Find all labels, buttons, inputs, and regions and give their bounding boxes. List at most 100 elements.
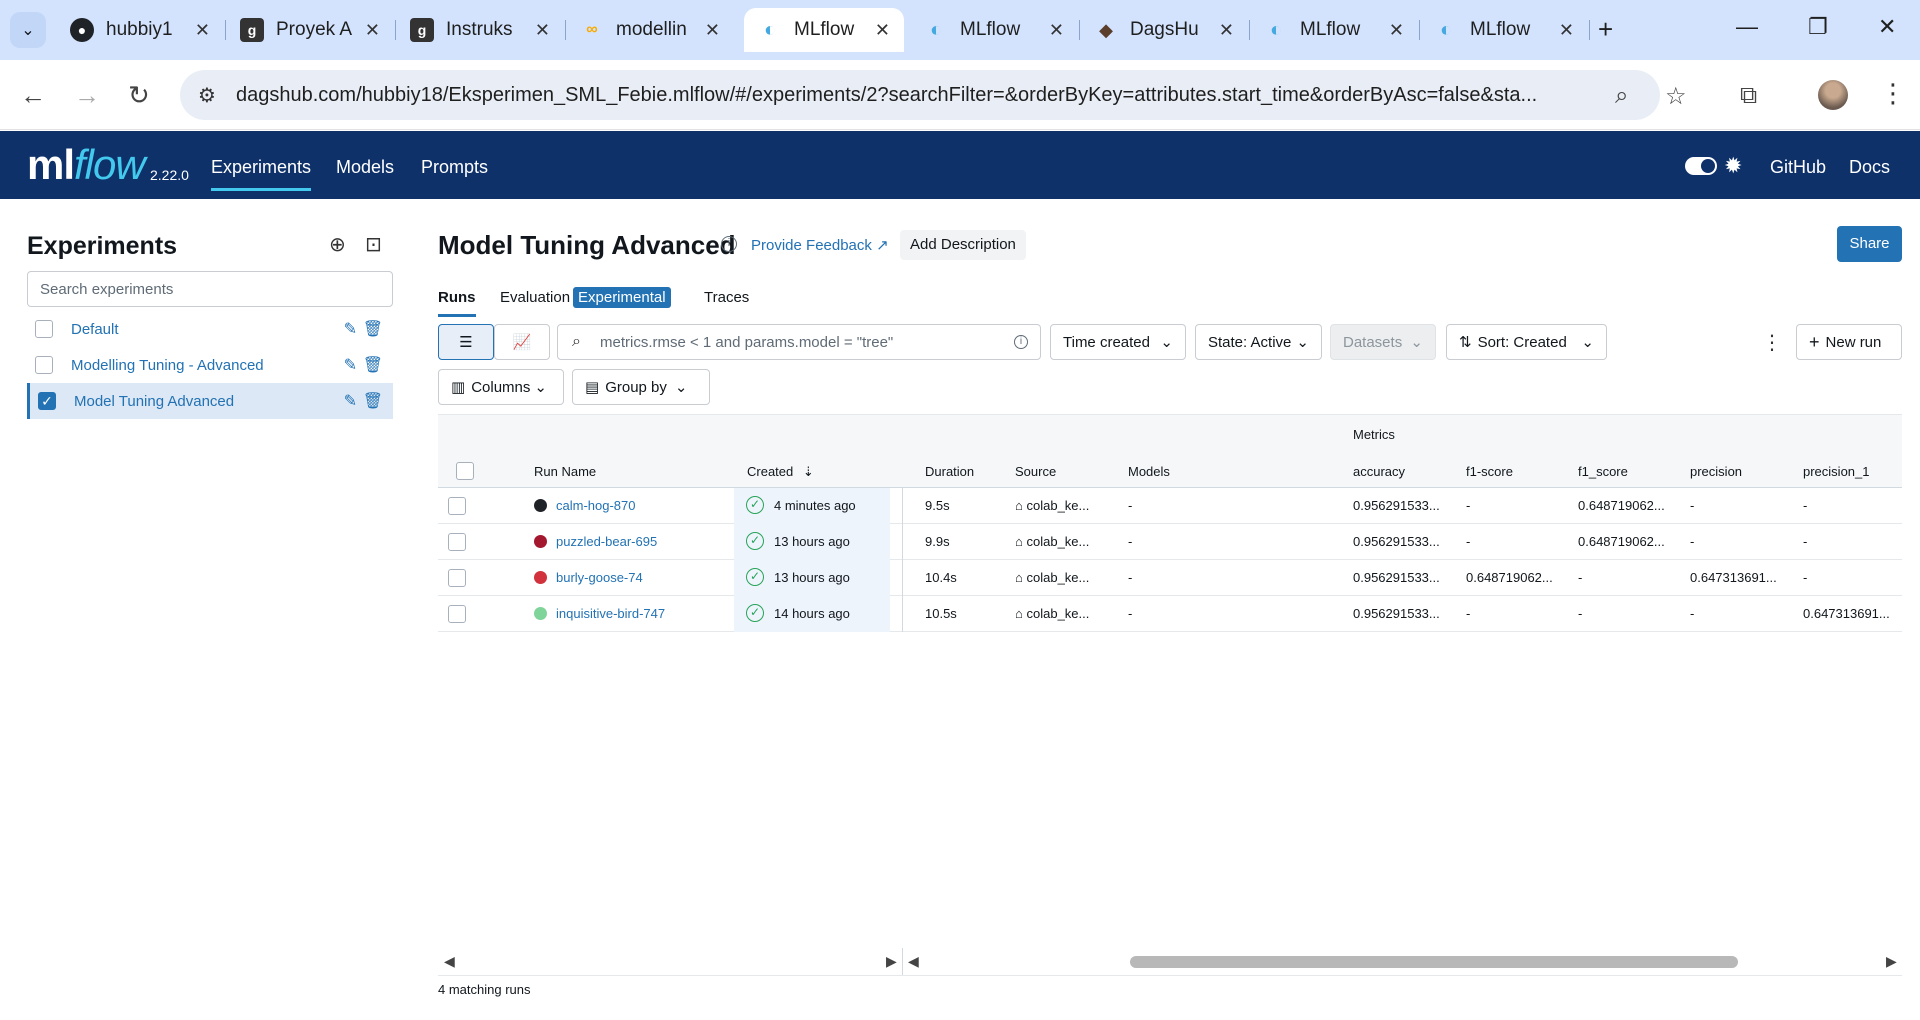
col-source[interactable]: Source — [1015, 464, 1056, 479]
close-icon[interactable]: ✕ — [195, 20, 210, 41]
tab-runs[interactable]: Runs — [438, 289, 476, 317]
row-checkbox[interactable] — [448, 533, 466, 551]
dark-mode-toggle[interactable] — [1685, 157, 1717, 175]
new-tab-button[interactable]: + — [1598, 14, 1613, 45]
mlflow-logo[interactable]: mlflow — [27, 141, 146, 189]
row-checkbox[interactable] — [448, 569, 466, 587]
source-cell[interactable]: ⌂ colab_ke... — [1015, 534, 1089, 549]
close-icon[interactable]: ✕ — [875, 20, 890, 41]
run-color-dot[interactable] — [534, 499, 547, 512]
source-cell[interactable]: ⌂ colab_ke... — [1015, 606, 1089, 621]
tab-search-button[interactable]: ⌄ — [10, 12, 46, 48]
browser-tab[interactable]: g Instruks ✕ — [396, 8, 564, 52]
nav-prompts[interactable]: Prompts — [421, 157, 488, 178]
restore-button[interactable]: ❐ — [1808, 14, 1828, 40]
browser-tab[interactable]: ◆ DagsHu ✕ — [1080, 8, 1248, 52]
datasets-dropdown[interactable]: Datasets ⌄ — [1330, 324, 1436, 360]
forward-arrow-icon[interactable]: → — [74, 80, 100, 111]
info-icon[interactable]: i — [1014, 335, 1028, 349]
back-arrow-icon[interactable]: ← — [20, 80, 46, 111]
minimize-button[interactable]: — — [1736, 14, 1758, 40]
browser-tab[interactable]: ● hubbiy1 ✕ — [56, 8, 224, 52]
browser-tab-active[interactable]: ◐ MLflow ✕ — [744, 8, 904, 52]
reload-icon[interactable]: ↻ — [128, 80, 150, 111]
browser-tab[interactable]: ◐ MLflow ✕ — [910, 8, 1078, 52]
trash-icon[interactable]: 🗑 — [363, 391, 383, 411]
run-name-link[interactable]: burly-goose-74 — [556, 570, 643, 585]
pencil-icon[interactable]: ✎ — [344, 391, 357, 411]
nav-models[interactable]: Models — [336, 157, 394, 178]
trash-icon[interactable]: 🗑 — [363, 319, 383, 339]
bookmark-star-icon[interactable]: ☆ — [1665, 82, 1687, 111]
col-precision[interactable]: precision — [1690, 464, 1742, 479]
more-options-icon[interactable]: ⋮ — [1762, 330, 1782, 355]
source-cell[interactable]: ⌂ colab_ke... — [1015, 498, 1089, 513]
browser-tab[interactable]: ∞ modellin ✕ — [566, 8, 734, 52]
search-experiments-input[interactable]: Search experiments — [27, 271, 393, 307]
close-icon[interactable]: ✕ — [535, 20, 550, 41]
run-color-dot[interactable] — [534, 535, 547, 548]
col-f1-score-dash[interactable]: f1-score — [1466, 464, 1513, 479]
add-description-button[interactable]: Add Description — [900, 230, 1026, 260]
sidebar-item-modelling-tuning-advanced[interactable]: Modelling Tuning - Advanced ✎ 🗑 — [27, 347, 393, 383]
state-dropdown[interactable]: State: Active ⌄ — [1195, 324, 1322, 360]
experiment-checkbox[interactable] — [35, 320, 53, 338]
run-name-link[interactable]: inquisitive-bird-747 — [556, 606, 665, 621]
provide-feedback-link[interactable]: Provide Feedback ↗ — [751, 236, 889, 254]
scroll-right-icon[interactable]: ▶ — [886, 953, 897, 970]
profile-avatar[interactable] — [1818, 80, 1848, 110]
scrollbar-thumb[interactable] — [1130, 956, 1738, 968]
browser-tab[interactable]: ◐ MLflow ✕ — [1420, 8, 1588, 52]
experiment-checkbox[interactable] — [35, 356, 53, 374]
run-name-link[interactable]: puzzled-bear-695 — [556, 534, 657, 549]
col-created[interactable]: Created ⇣ — [747, 464, 814, 480]
col-f1-score-underscore[interactable]: f1_score — [1578, 464, 1628, 479]
scroll-left-icon[interactable]: ◀ — [908, 953, 919, 970]
docs-link[interactable]: Docs — [1849, 157, 1890, 178]
scroll-left-icon[interactable]: ◀ — [444, 953, 455, 970]
browser-menu-icon[interactable]: ⋮ — [1880, 78, 1906, 109]
select-all-checkbox[interactable] — [456, 462, 474, 480]
collapse-sidebar-icon[interactable]: ⊡ — [365, 232, 382, 257]
col-duration[interactable]: Duration — [925, 464, 974, 479]
new-run-button[interactable]: + New run — [1796, 324, 1902, 360]
source-cell[interactable]: ⌂ colab_ke... — [1015, 570, 1089, 585]
row-checkbox[interactable] — [448, 497, 466, 515]
table-row[interactable]: calm-hog-870 ✓ 4 minutes ago 9.5s ⌂ cola… — [438, 488, 1902, 524]
col-models[interactable]: Models — [1128, 464, 1170, 479]
sidebar-item-model-tuning-advanced[interactable]: ✓ Model Tuning Advanced ✎ 🗑 — [27, 383, 393, 419]
close-icon[interactable]: ✕ — [1559, 20, 1574, 41]
share-button[interactable]: Share — [1837, 226, 1902, 262]
sort-dropdown[interactable]: ⇅ Sort: Created ⌄ — [1446, 324, 1607, 360]
tab-traces[interactable]: Traces — [704, 289, 749, 306]
col-run-name[interactable]: Run Name — [534, 464, 596, 479]
pencil-icon[interactable]: ✎ — [344, 319, 357, 339]
site-info-icon[interactable]: ⚙ — [198, 83, 216, 108]
table-row[interactable]: puzzled-bear-695 ✓ 13 hours ago 9.9s ⌂ c… — [438, 524, 1902, 560]
columns-button[interactable]: ▥ Columns ⌄ — [438, 369, 564, 405]
close-window-button[interactable]: ✕ — [1878, 14, 1896, 40]
close-icon[interactable]: ✕ — [1389, 20, 1404, 41]
nav-experiments[interactable]: Experiments — [211, 157, 312, 191]
close-icon[interactable]: ✕ — [1049, 20, 1064, 41]
tab-evaluation[interactable]: Evaluation — [500, 289, 570, 306]
chart-view-toggle[interactable]: 📈 — [494, 324, 550, 360]
extensions-icon[interactable]: ⧉ — [1740, 82, 1757, 110]
col-precision-1[interactable]: precision_1 — [1803, 464, 1870, 479]
browser-tab[interactable]: g Proyek A ✕ — [226, 8, 394, 52]
add-experiment-icon[interactable]: ⊕ — [329, 232, 346, 257]
browser-tab[interactable]: ◐ MLflow ✕ — [1250, 8, 1418, 52]
scroll-right-icon[interactable]: ▶ — [1886, 953, 1897, 970]
list-view-toggle[interactable]: ☰ — [438, 324, 494, 360]
close-icon[interactable]: ✕ — [1219, 20, 1234, 41]
col-accuracy[interactable]: accuracy — [1353, 464, 1405, 479]
run-color-dot[interactable] — [534, 607, 547, 620]
time-created-dropdown[interactable]: Time created ⌄ — [1050, 324, 1186, 360]
zoom-icon[interactable]: ⌕ — [1615, 82, 1628, 110]
close-icon[interactable]: ✕ — [365, 20, 380, 41]
group-by-button[interactable]: ▤ Group by ⌄ — [572, 369, 710, 405]
pencil-icon[interactable]: ✎ — [344, 355, 357, 375]
experiment-checkbox[interactable]: ✓ — [38, 392, 56, 410]
run-name-link[interactable]: calm-hog-870 — [556, 498, 636, 513]
sidebar-item-default[interactable]: Default ✎ 🗑 — [27, 311, 393, 347]
